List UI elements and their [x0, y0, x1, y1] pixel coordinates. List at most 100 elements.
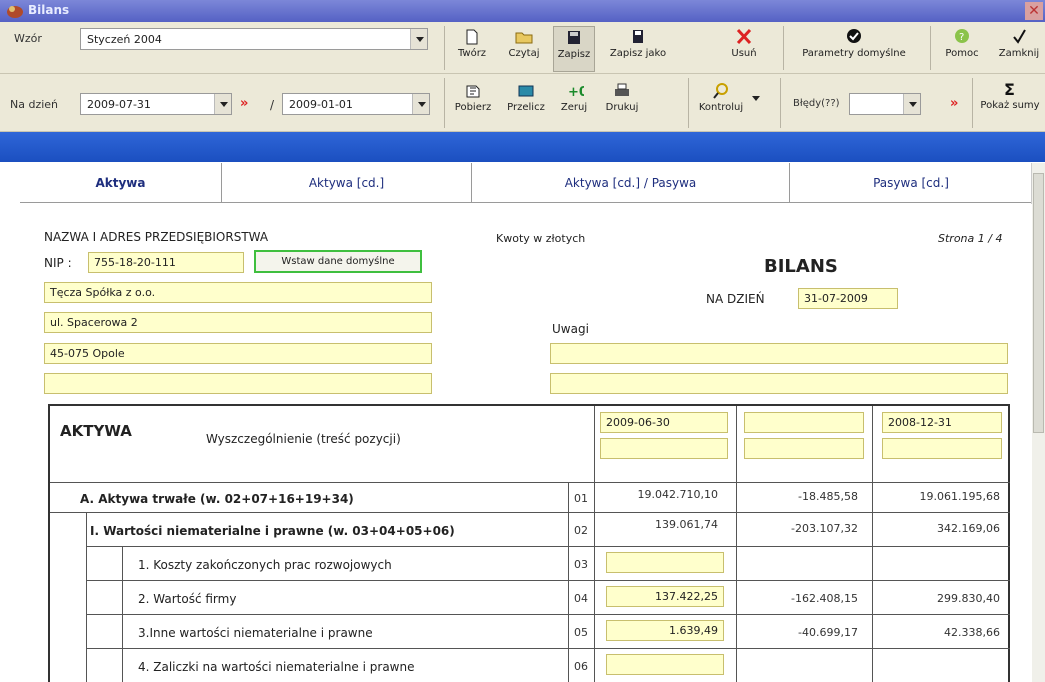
uwagi-field-1[interactable]	[550, 343, 1008, 364]
date-separator: /	[270, 98, 275, 112]
row-05-input[interactable]: 1.639,49	[606, 620, 724, 641]
row-02-value-3: 342.169,06	[937, 522, 1000, 535]
date-from-select[interactable]: 2009-07-31	[80, 93, 232, 115]
kontroluj-label: Kontroluj	[698, 102, 744, 113]
bledy-select[interactable]	[849, 93, 921, 115]
col-header-3[interactable]: 2008-12-31	[882, 412, 1002, 433]
pomoc-button[interactable]: ? Pomoc	[940, 28, 984, 59]
scroll-thumb[interactable]	[1033, 173, 1044, 433]
date-to-value: 2009-01-01	[289, 98, 353, 111]
vertical-scrollbar[interactable]	[1031, 163, 1045, 682]
row-06-input[interactable]	[606, 654, 724, 675]
pokaz-sumy-button[interactable]: Σ Pokaż sumy	[975, 80, 1045, 111]
chevron-down-icon[interactable]	[214, 94, 231, 114]
wzor-select[interactable]: Styczeń 2004	[80, 28, 428, 50]
section-title: AKTYWA	[60, 422, 132, 440]
wzor-value: Styczeń 2004	[87, 33, 162, 46]
insert-defaults-button[interactable]: Wstaw dane domyślne	[254, 250, 422, 273]
toolbar-date: Na dzień 2009-07-31 » / 2009-01-01 Pobie…	[0, 74, 1045, 132]
row-code-02: 02	[574, 524, 588, 537]
na-dzien-label: Na dzień	[10, 98, 59, 111]
separator	[688, 78, 689, 128]
zamknij-label: Zamknij	[998, 48, 1040, 59]
pomoc-label: Pomoc	[945, 48, 979, 59]
nip-field[interactable]: 755-18-20-111	[88, 252, 244, 273]
usun-button[interactable]: Usuń	[724, 28, 764, 59]
magnifier-icon	[713, 83, 728, 99]
grid-line	[86, 648, 1010, 649]
parametry-label: Parametry domyślne	[802, 48, 906, 59]
zamknij-button[interactable]: Zamknij	[994, 28, 1044, 59]
date-to-select[interactable]: 2009-01-01	[282, 93, 430, 115]
tab-aktywa-cd[interactable]: Aktywa [cd.]	[222, 163, 472, 203]
chevron-down-icon[interactable]	[903, 94, 920, 114]
street-field[interactable]: ul. Spacerowa 2	[44, 312, 432, 333]
col-subheader-3[interactable]	[882, 438, 1002, 459]
chevron-down-icon[interactable]	[412, 94, 429, 114]
check-circle-icon	[847, 29, 861, 43]
row-01-value-1[interactable]: 19.042.710,10	[600, 488, 718, 501]
row-02-value-1[interactable]: 139.061,74	[600, 518, 718, 531]
zapisz-button[interactable]: Zapisz	[553, 26, 595, 72]
na-dzien-field[interactable]: 31-07-2009	[798, 288, 898, 309]
tworz-button[interactable]: Twórz	[449, 28, 495, 59]
tab-aktywa-pasywa[interactable]: Aktywa [cd.] / Pasywa	[472, 163, 790, 203]
delete-icon	[736, 28, 752, 45]
recalculate-icon	[518, 85, 534, 97]
czytaj-button[interactable]: Czytaj	[500, 28, 548, 59]
col-subheader-1[interactable]	[600, 438, 728, 459]
chevron-down-icon[interactable]	[410, 29, 427, 49]
open-folder-icon	[515, 32, 533, 44]
row-02-value-2: -203.107,32	[791, 522, 858, 535]
chevron-down-icon[interactable]	[752, 96, 760, 101]
czytaj-label: Czytaj	[508, 48, 540, 59]
grid-line	[736, 406, 737, 682]
grid-line	[86, 580, 1010, 581]
separator	[444, 26, 445, 70]
company-name-field[interactable]: Tęcza Spółka z o.o.	[44, 282, 432, 303]
zeruj-label: Zeruj	[560, 102, 588, 113]
drukuj-label: Drukuj	[605, 102, 639, 113]
parametry-button[interactable]: Parametry domyślne	[790, 28, 918, 59]
row-04-input[interactable]: 137.422,25	[606, 586, 724, 607]
uwagi-field-2[interactable]	[550, 373, 1008, 394]
zapisz-jako-button[interactable]: Zapisz jako	[605, 28, 671, 59]
address-extra-field[interactable]	[44, 373, 432, 394]
przelicz-button[interactable]: Przelicz	[502, 82, 550, 113]
drukuj-button[interactable]: Drukuj	[600, 82, 644, 113]
row-code-01: 01	[574, 492, 588, 505]
separator	[930, 26, 931, 70]
printer-icon	[615, 83, 629, 96]
grid-line	[50, 482, 1010, 483]
zeruj-button[interactable]: +0 Zeruj	[554, 82, 594, 113]
col-header-1[interactable]: 2009-06-30	[600, 412, 728, 433]
bilans-title: BILANS	[764, 256, 838, 277]
toolbar-main: Wzór Styczeń 2004 Twórz Czytaj Zapisz Za…	[0, 22, 1045, 74]
city-field[interactable]: 45-075 Opole	[44, 343, 432, 364]
kontroluj-button[interactable]: Kontroluj	[692, 82, 750, 113]
forward-chevrons-icon[interactable]: »	[240, 96, 248, 111]
usun-label: Usuń	[731, 48, 757, 59]
close-icon[interactable]: ✕	[1025, 2, 1043, 20]
row-03-input[interactable]	[606, 552, 724, 573]
grid-line	[86, 614, 1010, 615]
col-subheader-2[interactable]	[744, 438, 864, 459]
row-label-01: A. Aktywa trwałe (w. 02+07+16+19+34)	[80, 492, 354, 506]
header-band	[0, 132, 1045, 162]
col-header-2[interactable]	[744, 412, 864, 433]
row-code-05: 05	[574, 626, 588, 639]
przelicz-label: Przelicz	[507, 102, 545, 113]
download-icon	[466, 85, 480, 98]
pobierz-button[interactable]: Pobierz	[448, 82, 498, 113]
separator	[444, 78, 445, 128]
amounts-note: Kwoty w złotych	[496, 232, 586, 245]
tab-aktywa[interactable]: Aktywa	[20, 163, 222, 203]
separator	[972, 78, 973, 128]
tab-pasywa-cd[interactable]: Pasywa [cd.]	[790, 163, 1032, 203]
row-04-value-3: 299.830,40	[937, 592, 1000, 605]
row-05-value-2: -40.699,17	[798, 626, 858, 639]
forward-chevrons-icon[interactable]: »	[950, 96, 958, 111]
aktywa-table: AKTYWA Wyszczególnienie (treść pozycji) …	[48, 404, 1010, 682]
save-icon	[568, 31, 580, 44]
page-indicator: Strona 1 / 4	[938, 232, 1003, 245]
